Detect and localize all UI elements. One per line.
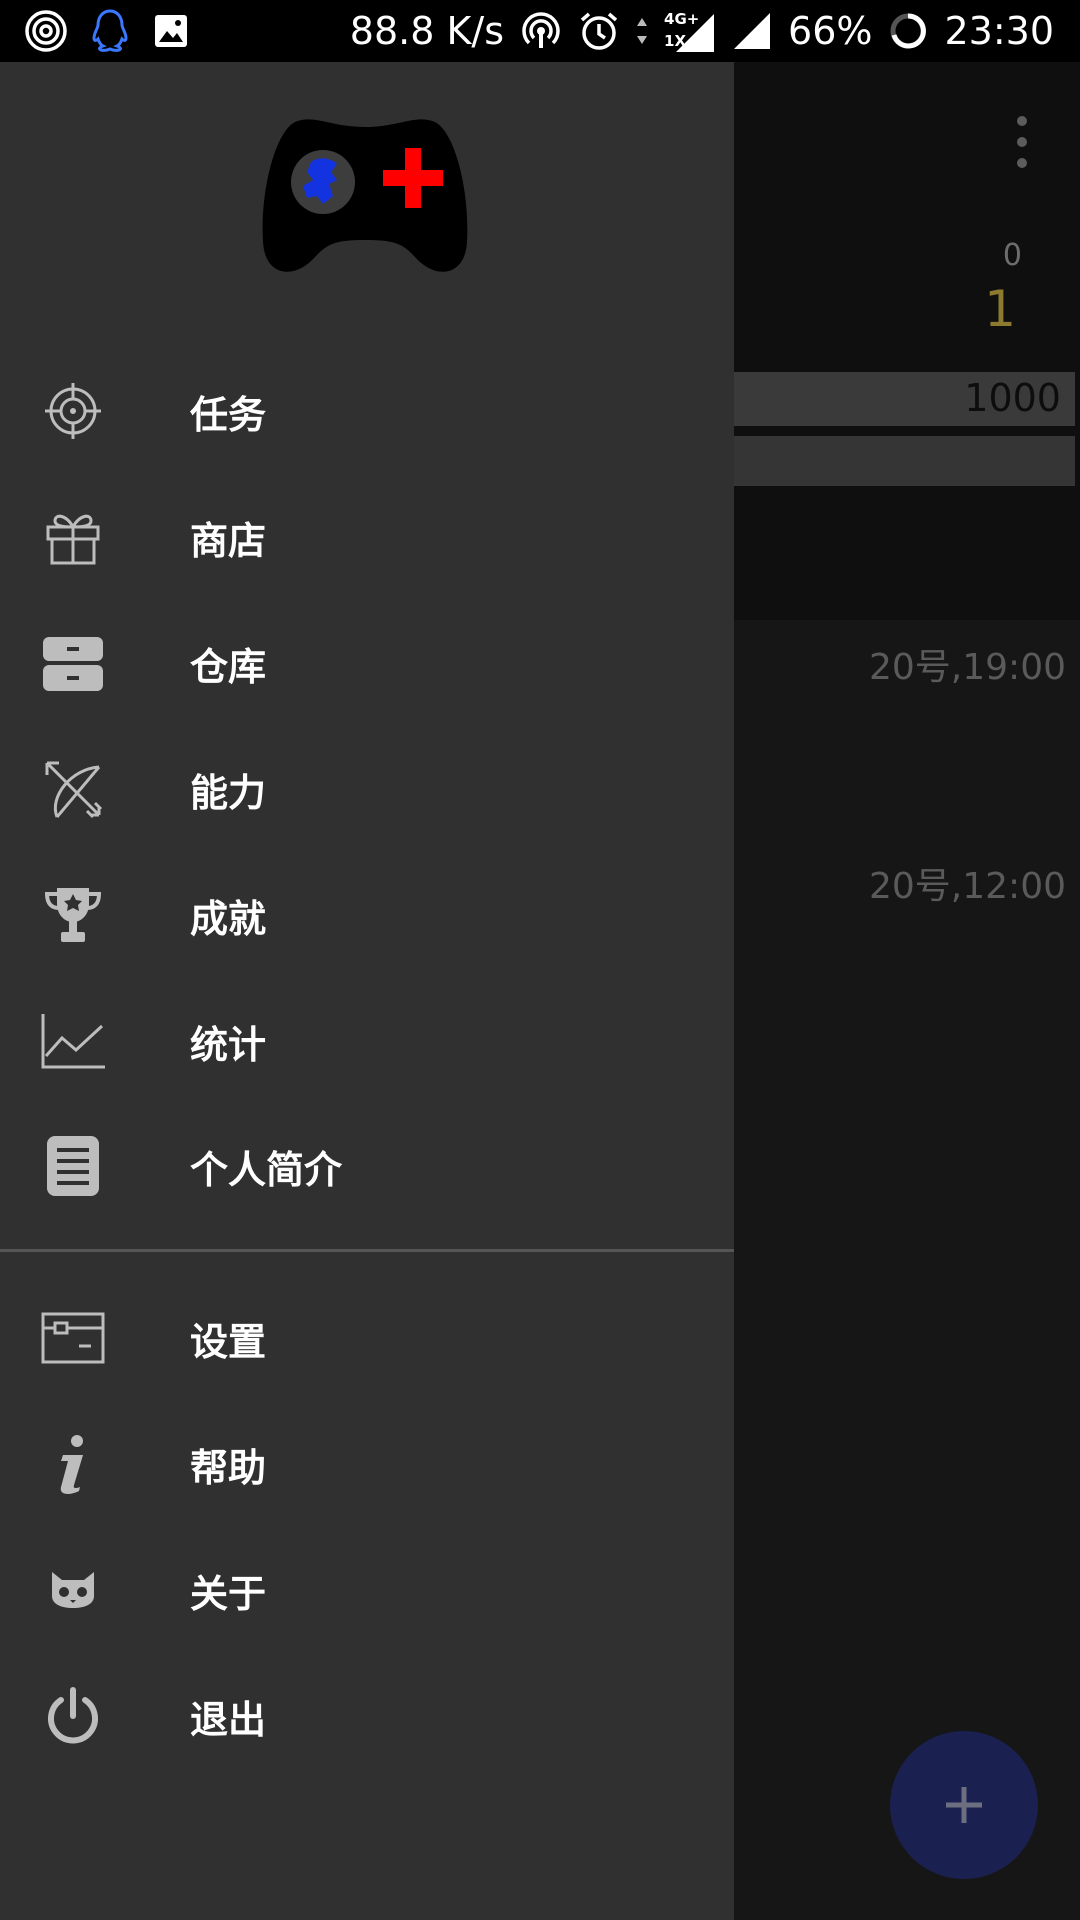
menu-item-label: 商店 xyxy=(190,519,267,563)
menu-item-label: 任务 xyxy=(190,393,267,437)
add-fab-button[interactable] xyxy=(890,1731,1038,1879)
drawer-divider xyxy=(0,1249,734,1252)
swirl-app-icon xyxy=(24,9,68,53)
level-big-value: 1 xyxy=(984,280,1016,338)
menu-item-profile[interactable]: 个人简介 xyxy=(0,1103,734,1229)
hotspot-icon xyxy=(520,10,562,52)
menu-item-tasks[interactable]: 任务 xyxy=(0,348,734,474)
menu-item-warehouse[interactable]: 仓库 xyxy=(0,600,734,726)
menu-item-shop[interactable]: 商店 xyxy=(0,474,734,600)
menu-item-label: 帮助 xyxy=(190,1446,267,1490)
menu-item-label: 仓库 xyxy=(190,645,267,689)
menu-item-label: 个人简介 xyxy=(190,1148,343,1192)
alarm-icon xyxy=(578,10,620,52)
menu-item-label: 统计 xyxy=(190,1023,267,1067)
settings-icon xyxy=(40,1306,106,1370)
power-icon xyxy=(40,1684,106,1748)
battery-ring-icon xyxy=(888,11,928,51)
qq-penguin-icon xyxy=(90,8,130,54)
bow-arrow-icon xyxy=(40,757,106,821)
menu-item-label: 关于 xyxy=(190,1572,267,1616)
menu-item-abilities[interactable]: 能力 xyxy=(0,726,734,852)
level-small-value: 0 xyxy=(1002,238,1022,273)
menu-item-achievements[interactable]: 成就 xyxy=(0,852,734,978)
network-type-top: 4G+ xyxy=(664,10,700,28)
battery-percent: 66% xyxy=(788,9,873,53)
net-speed: 88.8 K/s xyxy=(349,9,505,53)
menu-item-label: 退出 xyxy=(190,1698,267,1742)
menu-item-label: 成就 xyxy=(190,897,267,941)
more-options-icon[interactable] xyxy=(1010,112,1034,172)
menu-item-statistics[interactable]: 统计 xyxy=(0,978,734,1104)
clock: 23:30 xyxy=(944,9,1054,53)
navigation-drawer: 任务 商店 仓库 能力 成就 统计 个人简介 设置 帮助 关于 退出 xyxy=(0,62,734,1920)
target-icon xyxy=(40,379,106,443)
menu-item-help[interactable]: 帮助 xyxy=(0,1401,734,1527)
plus-icon xyxy=(946,1787,982,1823)
experience-bar-value: 1000 xyxy=(964,376,1061,420)
network-type-bottom: 1X xyxy=(664,32,687,50)
menu-item-logout[interactable]: 退出 xyxy=(0,1653,734,1779)
gift-icon xyxy=(40,505,106,569)
gamepad-logo xyxy=(255,112,475,292)
experience-bar: 1000 xyxy=(700,372,1075,426)
network-type-signal-icon: 4G+ 1X xyxy=(664,8,716,54)
chart-icon xyxy=(40,1009,106,1073)
info-icon xyxy=(40,1432,106,1496)
image-notification-icon xyxy=(152,12,190,50)
cat-icon xyxy=(40,1558,106,1622)
signal-strength-icon xyxy=(732,11,772,51)
menu-item-label: 能力 xyxy=(190,771,267,815)
storage-icon xyxy=(40,631,106,695)
menu-item-settings[interactable]: 设置 xyxy=(0,1275,734,1401)
secondary-bar xyxy=(700,436,1075,486)
data-arrows-icon xyxy=(636,16,648,46)
list-item-time: 20号,12:00 xyxy=(869,866,1066,907)
trophy-icon xyxy=(40,883,106,947)
list-item-time: 20号,19:00 xyxy=(869,647,1066,688)
profile-doc-icon xyxy=(40,1134,106,1198)
status-bar: 88.8 K/s 4G+ 1X 66% 23:30 xyxy=(0,0,1080,62)
menu-item-about[interactable]: 关于 xyxy=(0,1527,734,1653)
menu-item-label: 设置 xyxy=(190,1320,267,1364)
